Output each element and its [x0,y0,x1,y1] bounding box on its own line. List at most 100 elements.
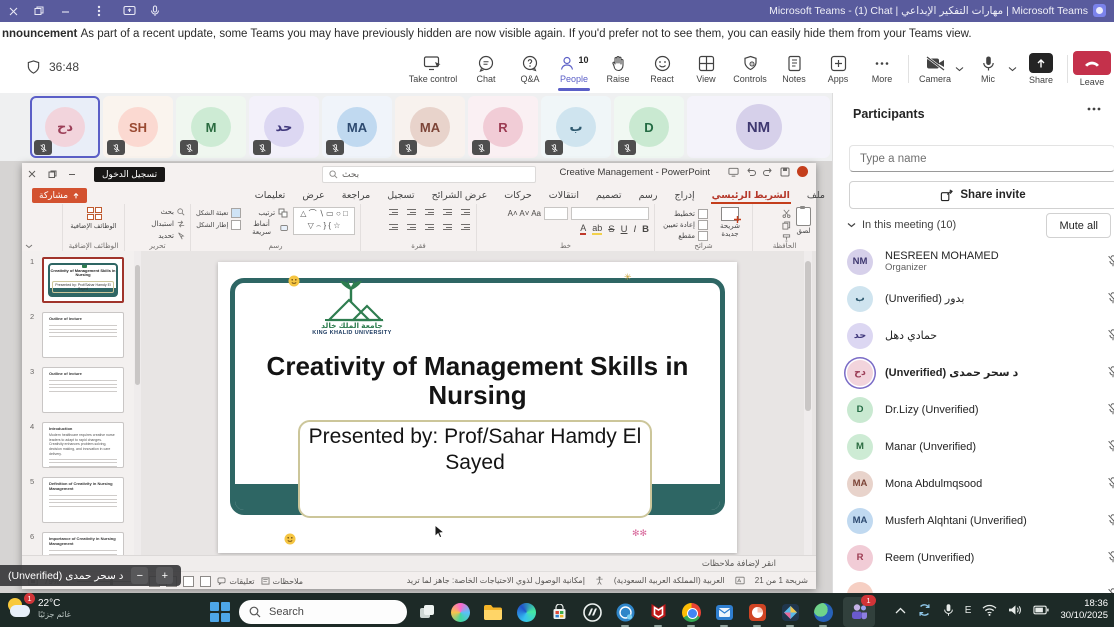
slide-scrollbar[interactable] [804,251,812,555]
tray-mic-icon[interactable] [943,603,954,617]
slide-sorter-view-button[interactable] [183,575,195,587]
undo-icon[interactable] [746,167,756,177]
taskbar-clock[interactable]: 18:36 30/10/2025 [1060,598,1108,622]
in-meeting-section-header[interactable]: In this meeting (10) [847,219,956,231]
language-indicator[interactable]: E [965,605,972,616]
cut-icon[interactable] [782,209,791,218]
bullets-icon[interactable] [460,207,471,217]
photos-icon[interactable] [777,599,803,627]
mic-status-icon[interactable] [142,0,168,22]
participant-mic-muted-icon[interactable] [1106,439,1114,453]
hp-support-icon[interactable] [612,599,638,627]
ppt-search-box[interactable]: بحث [322,166,536,183]
participant-tile[interactable]: NM [687,96,830,158]
ppt-signin-button[interactable]: تسجيل الدخول [94,166,166,182]
thumbnail-scrollbar[interactable] [134,251,141,555]
leave-button[interactable]: Leave [1072,45,1112,93]
participant-tile[interactable]: M [176,96,246,158]
microsoft-store-icon[interactable] [546,599,572,625]
participant-tile[interactable]: MA [395,96,465,158]
participant-tile[interactable]: D [614,96,684,158]
shape-outline-button[interactable]: إطار الشكل [196,220,242,230]
align-right-icon[interactable] [460,222,471,232]
layout-button[interactable]: تخطيط [663,209,708,219]
participant-row[interactable]: MA Mona Abdulmqsood [833,465,1114,502]
copilot-icon[interactable] [447,599,473,625]
slide-subtitle-box[interactable]: Presented by: Prof/Sahar Hamdy El Sayed [298,420,652,518]
university-logo[interactable]: جامعة الملك خالد KING KHALID UNIVERSITY [297,280,407,336]
reset-button[interactable]: إعادة تعيين [663,220,708,230]
columns-icon[interactable] [388,222,399,232]
file-explorer-icon[interactable] [480,599,506,625]
quick-styles-button[interactable]: أنماط سريعة [246,220,288,236]
chat-button[interactable]: Chat [464,45,508,93]
more-options-icon[interactable] [86,0,112,22]
ppt-tab[interactable]: ملف [806,188,826,204]
weather-widget[interactable]: 1 22°C غائم جزئيًا [6,593,71,622]
select-button[interactable]: تحديد [158,231,185,241]
save-icon[interactable] [780,167,790,177]
justify-icon[interactable] [406,222,417,232]
globe-app-icon[interactable] [810,599,836,627]
paste-button[interactable]: لصق [796,206,811,235]
participant-row[interactable]: M Manar (Unverified) [833,428,1114,465]
ppt-close-icon[interactable] [22,164,42,184]
taskbar-search[interactable]: Search [239,600,407,624]
participants-more-icon[interactable] [1087,107,1101,111]
chrome-icon[interactable] [678,599,704,627]
slide-thumbnail[interactable]: 4 Creativity of Management Skills in Nur… [22,422,134,477]
status-language[interactable]: العربية (المملكة العربية السعودية) [614,576,725,585]
participant-mic-muted-icon[interactable] [1106,254,1114,268]
controls-button[interactable]: Controls [728,45,772,93]
start-button[interactable] [208,599,232,625]
ppt-tab[interactable]: تسجيل [386,188,415,204]
find-button[interactable]: بحث [161,207,185,217]
camera-button[interactable]: Camera [913,45,957,93]
comments-button[interactable]: تعليقات [217,577,255,586]
participant-row[interactable]: D Dr.Lizy (Unverified) [833,391,1114,428]
slide-thumbnail[interactable]: 1 Creativity of Management Skills in Nur… [22,257,134,312]
participant-mic-muted-icon[interactable] [1106,513,1114,527]
screen-share-status-icon[interactable] [116,0,142,22]
participant-row[interactable]: ب بدور (Unverified) [833,280,1114,317]
hp-icon[interactable] [579,599,605,625]
participant-mic-muted-icon[interactable] [1106,365,1114,379]
ppt-tab[interactable]: انتقالات [548,188,580,204]
ppt-tab[interactable]: رسم [638,188,659,204]
normal-view-button[interactable] [200,575,212,587]
font-grow-shrink-buttons[interactable]: A˄ A˅ Aa [508,209,541,218]
new-slide-button[interactable]: شريحة جديدة [713,207,747,238]
participant-tile[interactable]: دح [30,96,100,158]
font-style-button[interactable]: S [608,224,614,235]
spellcheck-icon[interactable] [735,576,745,585]
copy-icon[interactable] [782,221,791,230]
qa-button[interactable]: Q&A [508,45,552,93]
share-invite-button[interactable]: Share invite [849,181,1114,209]
participant-row[interactable]: R Reem (Unverified) [833,539,1114,576]
participant-row[interactable]: دح د سحر حمدى (Unverified) [833,354,1114,391]
restore-window-icon[interactable] [26,0,52,22]
participant-search-input[interactable] [849,145,1114,172]
font-style-button[interactable]: U [621,224,628,235]
status-accessibility[interactable]: إمكانية الوصول لذوي الاحتياجات الخاصة: ج… [407,576,585,585]
close-window-icon[interactable] [0,0,26,22]
zoom-in-overlay-button[interactable]: + [156,567,174,584]
format-painter-icon[interactable] [782,233,791,242]
ppt-tab[interactable]: عرض الشرائح [431,188,489,204]
highlight-color-button[interactable]: ab [592,224,603,235]
slide-canvas[interactable]: جامعة الملك خالد KING KHALID UNIVERSITY … [218,262,737,553]
arrange-button[interactable]: ترتيب [246,208,288,218]
font-name-select[interactable] [571,207,649,220]
ppt-tab[interactable]: تعليمات [254,188,287,204]
notes-button[interactable]: Notes [772,45,816,93]
participant-mic-muted-icon[interactable] [1106,328,1114,342]
view-button[interactable]: View [684,45,728,93]
volume-icon[interactable] [1008,604,1022,616]
apps-button[interactable]: Apps [816,45,860,93]
mute-all-button[interactable]: Mute all [1046,213,1111,238]
participant-tile[interactable]: R [468,96,538,158]
take-control-button[interactable]: Take control [402,45,464,93]
participant-mic-muted-icon[interactable] [1106,550,1114,564]
raise-hand-button[interactable]: Raise [596,45,640,93]
section-button[interactable]: مقطع [663,231,708,241]
